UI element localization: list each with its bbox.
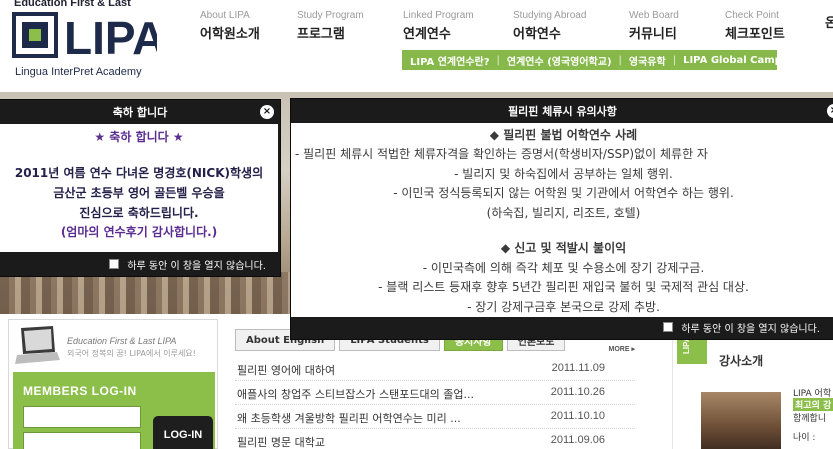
news-date: 2011.09.06	[550, 434, 605, 446]
news-title: 왜 초등학생 겨울방학 필리핀 어학연수는 미리 ...	[237, 412, 461, 425]
subnav-separator: |	[618, 54, 622, 66]
nav-label-ko: 어학연수	[513, 27, 561, 42]
subnav-link-linked-program-intro[interactable]: LIPA 연계연수란?	[410, 53, 490, 68]
popup-line: - 필리핀 체류시 적법한 체류자격을 확인하는 증명서(학생비자/SSP)없이…	[295, 147, 708, 161]
list-item[interactable]: 애플사의 창업주 스티브잡스가 스탠포드대의 졸업... 2011.10.26	[235, 381, 635, 405]
teacher-photo[interactable]	[701, 392, 781, 449]
teacher-line: 함께합니	[793, 414, 827, 424]
nav-label-en: Check Point	[725, 10, 779, 21]
teacher-title: 강사소개	[719, 354, 764, 368]
teacher-highlight: 최고의 강	[793, 398, 833, 411]
more-link[interactable]: MORE ▸	[609, 345, 635, 353]
nav-linked-program[interactable]: Linked Program 연계연수	[403, 10, 503, 44]
close-icon[interactable]: ×	[260, 105, 274, 119]
nav-label-ko: 온	[825, 16, 833, 31]
news-title: 필리핀 명문 대학교	[237, 436, 325, 449]
lipa-logo-mark: LIPA	[12, 12, 157, 58]
list-item[interactable]: 필리핀 영어에 대하여 2011.11.09	[235, 357, 635, 381]
popup-footer: 하루 동안 이 창을 열지 않습니다.	[0, 252, 280, 276]
popup-title: 필리핀 체류시 유의사항	[508, 105, 617, 118]
popup-line: 진심으로 축하드립니다.	[79, 206, 199, 220]
nav-about-lipa[interactable]: About LIPA 어학원소개	[200, 10, 300, 44]
popup-line: (엄마의 연수후기 감사합니다.)	[60, 225, 218, 239]
news-title: 애플사의 창업주 스티브잡스가 스탠포드대의 졸업...	[237, 388, 474, 401]
subnav-separator: |	[672, 54, 677, 66]
news-date: 2011.10.10	[550, 410, 605, 422]
nav-label-ko: 체크포인트	[725, 27, 785, 42]
nav-label-ko: 커뮤니티	[629, 27, 677, 42]
subnav-separator: |	[496, 54, 500, 66]
nav-label-en: About LIPA	[200, 10, 250, 21]
congratulations-popup: 축하 합니다 × ★ 축하 합니다 ★ 2011년 여름 연수 다녀온 명경호(…	[0, 99, 281, 277]
popup-line: ★ 축하 합니다 ★	[94, 130, 184, 144]
popup-line: (하숙집, 빌리지, 리조트, 호텔)	[486, 206, 641, 220]
popup-heading: ◆ 신고 및 적발시 불이익	[500, 241, 627, 255]
subnav-link-uk-school[interactable]: 연계연수 (영국영어학교)	[507, 53, 612, 68]
nav-label-ko: 연계연수	[403, 27, 451, 42]
nav-web-board[interactable]: Web Board 커뮤니티	[629, 10, 729, 44]
nav-study-program[interactable]: Study Program 프로그램	[297, 10, 397, 44]
subnav-link-global-camp[interactable]: LIPA Global Camp	[683, 55, 782, 66]
popup-line: 2011년 여름 연수 다녀온 명경호(NICK)학생의	[14, 166, 264, 180]
popup-line: - 장기 강제구금후 본국으로 강제 추방.	[467, 300, 660, 314]
nav-label-ko: 프로그램	[297, 27, 345, 42]
popup-body: ◆ 필리핀 불법 어학연수 사례 - 필리핀 체류시 적법한 체류자격을 확인하…	[291, 123, 833, 317]
login-title: MEMBERS LOG-IN	[23, 384, 137, 398]
dont-show-today-label: 하루 동안 이 창을 열지 않습니다.	[681, 323, 820, 335]
nav-label-en: Web Board	[629, 10, 679, 21]
site-header: Education First & Last LIPA Lingua Inter…	[0, 0, 833, 92]
dont-show-today-label: 하루 동안 이 창을 열지 않습니다.	[127, 260, 266, 272]
login-id-field[interactable]	[23, 406, 141, 428]
popup-body: ★ 축하 합니다 ★ 2011년 여름 연수 다녀온 명경호(NICK)학생의 …	[0, 124, 278, 252]
popup-heading: ◆ 필리핀 불법 어학연수 사례	[489, 128, 638, 142]
nav-studying-abroad[interactable]: Studying Abroad 어학연수	[513, 10, 613, 44]
teacher-age-label: 나이 :	[793, 433, 816, 443]
nav-label-en: Linked Program	[403, 10, 474, 21]
sub-navigation: LIPA 연계연수란? | 연계연수 (영국영어학교) | 영국유학 | LIP…	[402, 50, 782, 70]
laptop-icon	[15, 326, 60, 364]
popup-line: - 이민국측에 의해 즉각 체포 및 수용소에 장기 강제구금.	[422, 261, 705, 275]
news-list: 필리핀 영어에 대하여 2011.11.09 애플사의 창업주 스티브잡스가 스…	[235, 357, 635, 449]
login-button[interactable]: LOG-IN	[153, 416, 213, 449]
news-date: 2011.10.26	[550, 386, 605, 398]
nav-label-en: Studying Abroad	[513, 10, 587, 21]
dont-show-today-checkbox[interactable]	[663, 322, 674, 332]
main-navigation: About LIPA 어학원소개 Study Program 프로그램 Link…	[200, 10, 833, 44]
list-item[interactable]: 왜 초등학생 겨울방학 필리핀 어학연수는 미리 ... 2011.10.10	[235, 405, 635, 429]
site-logo[interactable]: Education First & Last LIPA Lingua Inter…	[12, 0, 162, 88]
dont-show-today-checkbox[interactable]	[109, 259, 120, 269]
login-box: MEMBERS LOG-IN LOG-IN	[13, 372, 215, 449]
popup-line: - 이민국 정식등록되지 않는 어학원 및 기관에서 어학연수 하는 행위.	[393, 186, 734, 200]
login-password-field[interactable]	[23, 432, 141, 449]
members-tagline: Education First & Last LIPA	[67, 336, 177, 346]
list-item[interactable]: 필리핀 명문 대학교 2011.09.06	[235, 429, 635, 449]
subnav-link-uk-study[interactable]: 영국유학	[629, 53, 666, 68]
logo-subtitle: Lingua InterPret Academy	[15, 66, 142, 78]
svg-text:LIPA: LIPA	[64, 12, 157, 58]
nav-label-en: Study Program	[297, 10, 364, 21]
popup-line: - 블랙 리스트 등재후 향후 5년간 필리핀 재입국 불허 및 국제적 관심 …	[378, 280, 749, 294]
nav-online[interactable]: 온	[825, 10, 833, 44]
members-slogan: 외국어 정복의 꿈! LIPA에서 이루세요!	[67, 349, 196, 358]
news-title: 필리핀 영어에 대하여	[237, 364, 336, 377]
philippines-notice-popup: 필리핀 체류시 유의사항 × ◆ 필리핀 불법 어학연수 사례 - 필리핀 체류…	[290, 98, 833, 340]
popup-title: 축하 합니다	[112, 106, 168, 119]
popup-line: - 빌리지 및 하숙집에서 공부하는 일체 행위.	[454, 167, 673, 181]
members-login-panel: Education First & Last LIPA 외국어 정복의 꿈! L…	[8, 319, 218, 449]
popup-footer: 하루 동안 이 창을 열지 않습니다.	[291, 315, 833, 339]
nav-label-ko: 어학원소개	[200, 27, 260, 42]
popup-line: 금산군 초등부 영어 골든벨 우승을	[53, 186, 225, 200]
nav-check-point[interactable]: Check Point 체크포인트	[725, 10, 825, 44]
news-date: 2011.11.09	[551, 362, 605, 374]
news-board: About English LIPA Students 공지사항 언론보도 MO…	[235, 329, 635, 449]
